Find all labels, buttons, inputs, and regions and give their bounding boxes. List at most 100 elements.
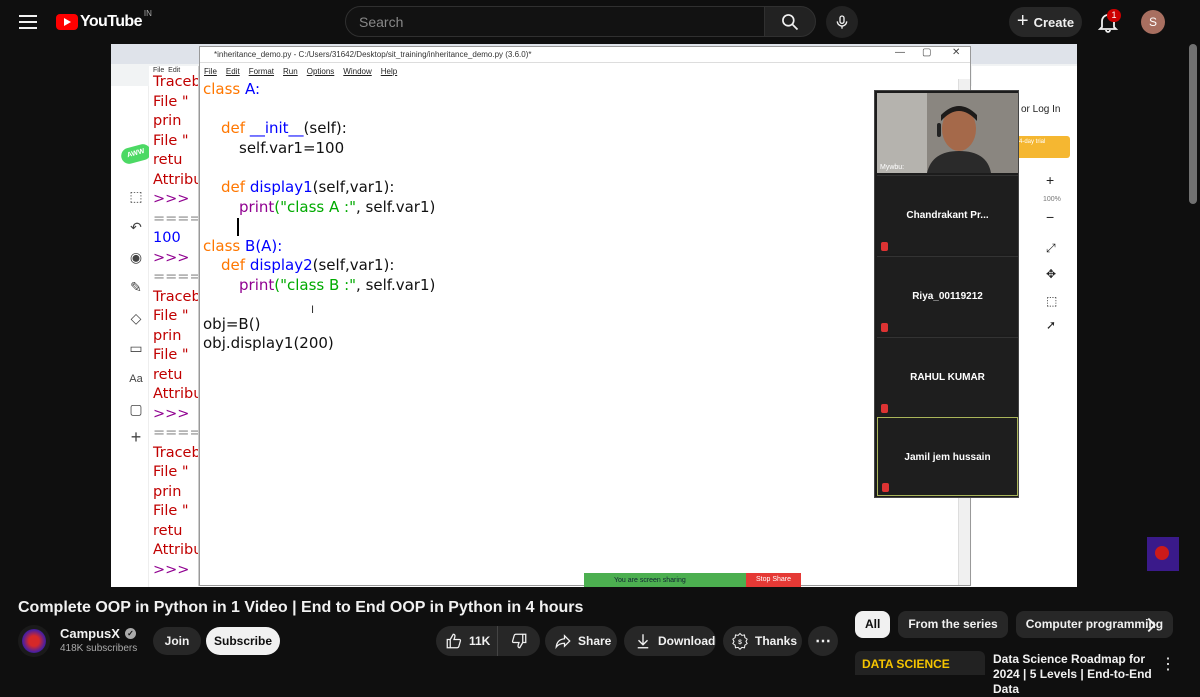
fullscreen-icon: ⤢	[1046, 241, 1056, 255]
code-line: print("class B :", self.var1)	[239, 276, 436, 294]
shell-menu-file: File	[153, 67, 165, 74]
shell-line: =====	[153, 210, 198, 227]
aww-logo: AWW	[119, 142, 153, 166]
thanks-button[interactable]: $ Thanks	[723, 626, 802, 656]
like-button[interactable]: 11K	[436, 626, 498, 656]
search-icon	[782, 13, 799, 30]
text-tool-icon: Aa	[129, 373, 143, 385]
select-tool-icon: ⬚	[129, 188, 143, 204]
code-line: self.var1=100	[239, 139, 345, 157]
download-button[interactable]: Download	[624, 626, 716, 656]
participant-tile: Riya_00119212	[877, 256, 1018, 335]
sticky-note-icon: ▢	[129, 401, 143, 417]
menu-window: Window	[343, 67, 372, 76]
zoom-level: 100%	[1043, 196, 1061, 203]
shell-line: >>>	[153, 191, 190, 207]
download-label: Download	[658, 634, 716, 648]
thumbs-down-icon	[511, 633, 527, 649]
search-input[interactable]	[346, 7, 764, 36]
shell-line: retu	[153, 522, 183, 539]
zoom-out-icon: −	[1046, 209, 1055, 225]
search-button[interactable]	[764, 6, 816, 37]
menu-options: Options	[306, 67, 335, 76]
shell-line: File "	[153, 347, 189, 363]
shell-line: Attribu	[153, 386, 199, 402]
shell-line: retu	[153, 366, 183, 383]
voice-search-button[interactable]	[826, 6, 858, 38]
eraser-icon: ◇	[130, 310, 142, 326]
channel-name[interactable]: CampusX ✓	[60, 626, 136, 641]
shell-menu-edit: Edit	[168, 67, 181, 74]
code-line: def __init__(self):	[221, 119, 347, 137]
shell-line: Attribu	[153, 542, 199, 558]
code-line: class B(A):	[203, 237, 283, 255]
shell-line: 100	[153, 230, 181, 246]
thanks-label: Thanks	[755, 634, 798, 648]
chevron-right-icon[interactable]	[1140, 614, 1162, 636]
text-cursor	[237, 218, 239, 236]
youtube-logo[interactable]: YouTube IN	[56, 9, 152, 32]
account-avatar[interactable]: S	[1141, 10, 1165, 34]
menu-format: Format	[248, 67, 275, 76]
pointer-icon: ➚	[1046, 318, 1057, 332]
shell-line: prin	[153, 113, 182, 129]
muted-mic-icon	[881, 404, 888, 413]
move-icon: ✥	[1046, 267, 1057, 281]
page-scrollbar[interactable]	[1189, 44, 1197, 204]
more-actions-button[interactable]: ⋯	[808, 626, 838, 656]
menu-help: Help	[380, 67, 398, 76]
shell-line: File "	[153, 464, 189, 480]
channel-avatar[interactable]	[18, 625, 50, 657]
shell-line: =====	[153, 269, 198, 285]
screen-share-text: You are screen sharing	[614, 576, 686, 584]
chip-from-the-series[interactable]: From the series	[898, 611, 1008, 638]
shell-line: File "	[153, 503, 189, 519]
download-icon	[637, 634, 649, 649]
zoom-in-icon: +	[1046, 172, 1055, 188]
chip-all[interactable]: All	[855, 611, 891, 638]
create-button[interactable]: + Create	[1009, 7, 1082, 37]
code-line: print("class A :", self.var1)	[239, 198, 436, 216]
participant-tile: Chandrakant Pr...	[877, 175, 1018, 254]
logo-text: YouTube	[80, 13, 142, 30]
shell-line: prin	[153, 483, 182, 500]
add-icon: +	[130, 427, 142, 447]
minimize-icon: —	[895, 47, 905, 58]
shell-line: File "	[153, 93, 189, 110]
maximize-icon: ▢	[922, 47, 932, 58]
code-line: def display1(self,var1):	[221, 178, 395, 196]
share-arrow-icon	[555, 634, 571, 650]
shell-menu: File Edit	[153, 67, 180, 74]
idle-shell-window: File Edit Traceb File " prin File " retu…	[149, 66, 199, 586]
dislike-button[interactable]	[498, 626, 540, 656]
shell-line: retu	[153, 152, 183, 168]
mouse-ibeam-icon: I	[311, 304, 315, 316]
side-thumbnail[interactable]	[1147, 537, 1179, 571]
subscribe-button[interactable]: Subscribe	[206, 627, 280, 655]
fit-icon: ⬚	[1046, 294, 1058, 308]
muted-mic-icon	[882, 483, 889, 492]
verified-check-icon: ✓	[124, 628, 136, 639]
video-title: Complete OOP in Python in 1 Video | End …	[18, 599, 584, 616]
participants-panel: Mywbu: Chandrakant Pr... Riya_00119212 R…	[874, 90, 1019, 498]
participant-tile: RAHUL KUMAR	[877, 337, 1018, 416]
stop-share-button: Stop Share	[746, 573, 801, 587]
thumbs-up-icon	[446, 633, 462, 649]
whiteboard-toolbar: AWW ⬚ ↶ ◉ ✎ ◇ ▭ Aa ▢ + 🔒︎	[111, 86, 153, 587]
hamburger-menu-icon[interactable]	[16, 11, 40, 33]
shell-line: Traceb	[153, 444, 199, 461]
recommended-video-thumbnail[interactable]: DATA SCIENCE	[855, 651, 985, 675]
pen-tool-icon: ✎	[130, 279, 142, 295]
subscriber-count: 418K subscribers	[60, 643, 138, 654]
join-button[interactable]: Join	[153, 627, 201, 655]
microphone-icon	[836, 15, 848, 29]
video-player[interactable]: AWW ⬚ ↶ ◉ ✎ ◇ ▭ Aa ▢ + 🔒︎ File Edit Trac…	[111, 44, 1077, 587]
shape-tool-icon: ▭	[129, 340, 143, 356]
code-line: obj=B()	[203, 315, 261, 333]
create-label: Create	[1033, 14, 1075, 30]
menu-file: File	[204, 67, 217, 76]
cam-label: Mywbu:	[880, 164, 905, 171]
more-vertical-icon[interactable]: ⋮	[1160, 654, 1176, 674]
share-button[interactable]: Share	[545, 626, 617, 656]
palette-icon: ◉	[129, 249, 143, 265]
